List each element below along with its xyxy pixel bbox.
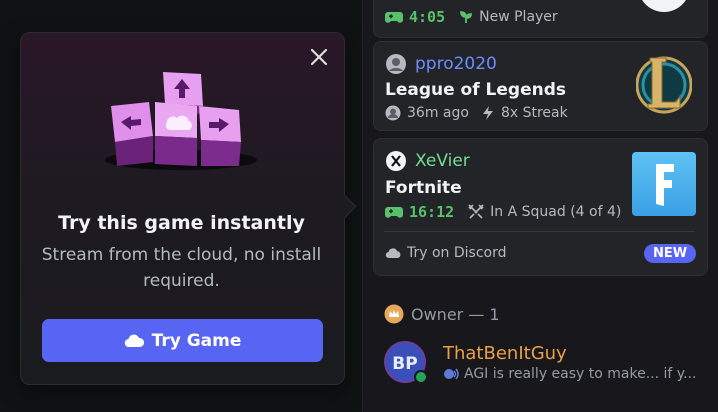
cloud-icon: [385, 248, 401, 259]
play-time: 4:05: [409, 8, 446, 26]
lol-game-name: League of Legends: [385, 80, 566, 100]
league-of-legends-logo: [636, 56, 692, 114]
lol-username[interactable]: ppro2020: [415, 54, 497, 74]
new-player-label: New Player: [479, 9, 558, 25]
fn-user-row: XeVier: [385, 150, 470, 172]
top-card-meta: 4:05 New Player: [385, 8, 558, 26]
try-game-button[interactable]: Try Game: [42, 319, 323, 362]
user-avatar-icon: [385, 105, 401, 121]
fn-game-name: Fortnite: [385, 178, 462, 198]
try-on-discord-label: Try on Discord: [407, 245, 507, 261]
member-status: AGI is really easy to make... if y...: [443, 366, 696, 382]
gamepad-icon: [385, 207, 403, 218]
fn-username[interactable]: XeVier: [415, 151, 470, 171]
x-avatar-icon: [386, 151, 406, 171]
avatar-initials: BP: [392, 354, 417, 374]
lol-meta-row: 36m ago 8x Streak: [385, 105, 568, 121]
fn-squad: In A Squad (4 of 4): [490, 204, 622, 220]
speech-emoji-icon: [444, 368, 459, 380]
game-thumbnail-partial: [642, 0, 686, 12]
try-game-label: Try Game: [151, 330, 242, 351]
fortnite-thumbnail: [632, 152, 696, 216]
sprout-icon: [460, 11, 473, 23]
lightning-icon: [482, 106, 493, 120]
fortnite-logo: [656, 164, 674, 206]
close-icon[interactable]: [306, 44, 332, 70]
popup-title: Try this game instantly: [58, 212, 305, 234]
user-avatar-icon: [386, 54, 406, 74]
member-name[interactable]: ThatBenItGuy: [443, 343, 567, 364]
owner-section-label: Owner — 1: [411, 304, 500, 324]
gamepad-icon: [385, 12, 403, 23]
lol-game-row: League of Legends: [385, 80, 566, 100]
member-status-text: AGI is really easy to make... if y...: [464, 366, 697, 382]
squad-icon: [468, 204, 484, 219]
cloud-icon: [124, 334, 144, 347]
fn-game-row: Fortnite: [385, 178, 462, 198]
member-avatar[interactable]: BP: [384, 341, 430, 387]
fn-play-time: 16:12: [409, 203, 455, 221]
card-divider: [384, 231, 695, 232]
owner-section-header: Owner — 1: [384, 304, 500, 324]
lol-user-row: ppro2020: [385, 53, 497, 75]
fn-meta-row: 16:12 In A Squad (4 of 4): [385, 203, 621, 221]
lol-time-ago: 36m ago: [407, 105, 469, 121]
lol-streak: 8x Streak: [500, 105, 568, 121]
popup-description: Stream from the cloud, no install requir…: [41, 245, 322, 291]
try-on-discord-row[interactable]: Try on Discord: [385, 245, 507, 261]
new-badge: NEW: [644, 244, 696, 263]
crown-badge-icon: [384, 304, 404, 324]
arrow-keys-illustration: [105, 72, 257, 170]
